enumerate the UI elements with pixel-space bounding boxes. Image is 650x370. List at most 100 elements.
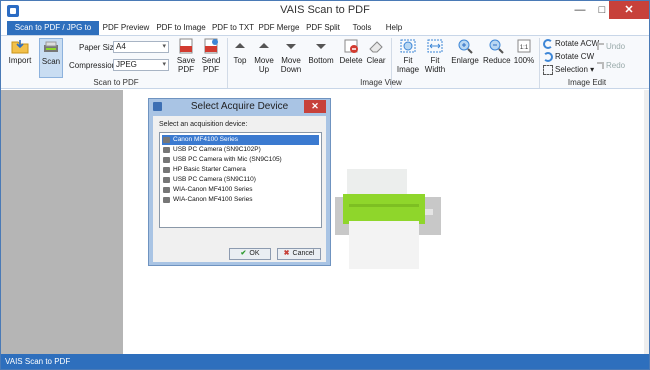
svg-text:1:1: 1:1 bbox=[520, 45, 529, 51]
rotate-acw-label: Rotate ACW bbox=[555, 39, 600, 48]
selection-icon bbox=[543, 64, 553, 75]
title-bar: VAIS Scan to PDF — □ ✕ bbox=[1, 1, 649, 21]
tab-pdf-preview[interactable]: PDF Preview bbox=[101, 21, 151, 35]
ribbon: Import Scan Paper Size A4 Compression JP… bbox=[1, 35, 649, 89]
move-up-button[interactable]: Move Up bbox=[253, 38, 275, 74]
send-pdf-label-1: Send bbox=[201, 56, 221, 65]
folder-icon bbox=[11, 40, 29, 54]
paper-size-select[interactable]: A4 bbox=[113, 41, 169, 53]
list-item[interactable]: USB PC Camera with Mic (SN9C105) bbox=[162, 155, 319, 165]
close-button[interactable]: ✕ bbox=[609, 1, 649, 19]
import-label: Import bbox=[8, 56, 32, 65]
camera-icon bbox=[163, 137, 170, 143]
dialog-title: Select Acquire Device bbox=[190, 101, 289, 112]
undo-button[interactable]: Undo bbox=[597, 41, 625, 53]
bottom-label: Bottom bbox=[308, 56, 334, 65]
scan-button[interactable]: Scan bbox=[39, 38, 63, 78]
tab-pdf-merge[interactable]: PDF Merge bbox=[257, 21, 301, 35]
window-title: VAIS Scan to PDF bbox=[280, 4, 370, 16]
device-name: HP Basic Starter Camera bbox=[173, 166, 246, 173]
ribbon-separator bbox=[227, 38, 228, 88]
rotate-cw-button[interactable]: Rotate CW bbox=[543, 51, 594, 63]
fit-image-button[interactable]: Fit Image bbox=[395, 38, 421, 78]
top-button[interactable]: Top bbox=[231, 38, 249, 74]
arrow-top-icon bbox=[235, 43, 245, 48]
list-item[interactable]: WIA-Canon MF4100 Series bbox=[162, 185, 319, 195]
select-device-dialog: Select Acquire Device ✕ Select an acquis… bbox=[148, 98, 331, 266]
device-name: USB PC Camera with Mic (SN9C105) bbox=[173, 156, 282, 163]
move-down-button[interactable]: Move Down bbox=[279, 38, 303, 74]
check-icon: ✔ bbox=[240, 250, 247, 257]
arrow-down-icon bbox=[286, 44, 296, 49]
group-label-view: Image View bbox=[360, 78, 402, 87]
scanner-icon bbox=[44, 41, 58, 52]
device-name: USB PC Camera (SN9C102P) bbox=[173, 146, 261, 153]
fit-image-label-1: Fit bbox=[403, 56, 413, 65]
delete-icon bbox=[344, 39, 358, 53]
tab-tools[interactable]: Tools bbox=[347, 21, 377, 35]
import-button[interactable]: Import bbox=[5, 38, 35, 76]
list-item[interactable]: HP Basic Starter Camera bbox=[162, 165, 319, 175]
clear-label: Clear bbox=[366, 56, 386, 65]
cancel-button[interactable]: ✖ Cancel bbox=[277, 248, 321, 260]
tab-pdf-to-image[interactable]: PDF to Image bbox=[153, 21, 209, 35]
selection-button[interactable]: Selection ▾ bbox=[543, 64, 594, 76]
fit-width-label-2: Width bbox=[424, 65, 446, 74]
clear-button[interactable]: Clear bbox=[365, 38, 387, 74]
save-pdf-button[interactable]: Save PDF bbox=[175, 38, 197, 78]
enlarge-label: Enlarge bbox=[451, 56, 479, 65]
device-name: WIA-Canon MF4100 Series bbox=[173, 196, 253, 203]
bottom-button[interactable]: Bottom bbox=[307, 38, 335, 74]
arrow-up-icon bbox=[259, 43, 269, 48]
scan-label: Scan bbox=[41, 57, 61, 66]
device-name: WIA-Canon MF4100 Series bbox=[173, 186, 253, 193]
fit-width-button[interactable]: Fit Width bbox=[423, 38, 447, 78]
rotate-acw-button[interactable]: Rotate ACW bbox=[543, 38, 599, 50]
send-pdf-label-2: PDF bbox=[203, 65, 219, 74]
device-list[interactable]: Canon MF4100 Series USB PC Camera (SN9C1… bbox=[159, 132, 322, 228]
tab-scan-to-pdf[interactable]: Scan to PDF / JPG to PDF bbox=[7, 21, 99, 46]
compression-select[interactable]: JPEG bbox=[113, 59, 169, 71]
delete-label: Delete bbox=[339, 56, 363, 65]
list-item[interactable]: Canon MF4100 Series bbox=[162, 135, 319, 145]
zoom-100-button[interactable]: 1:1 100% bbox=[513, 38, 535, 74]
fit-image-label-2: Image bbox=[396, 65, 420, 74]
enlarge-button[interactable]: Enlarge bbox=[451, 38, 479, 74]
group-label-edit: Image Edit bbox=[567, 78, 607, 87]
cancel-label: Cancel bbox=[292, 250, 315, 257]
group-label-scan: Scan to PDF bbox=[93, 78, 139, 87]
tab-help[interactable]: Help bbox=[381, 21, 407, 35]
redo-icon bbox=[597, 62, 604, 70]
vertical-scrollbar[interactable] bbox=[644, 90, 649, 354]
scanner-paper-out bbox=[349, 221, 419, 269]
list-item[interactable]: USB PC Camera (SN9C110) bbox=[162, 175, 319, 185]
move-up-label-1: Move bbox=[254, 56, 274, 65]
fit-width-icon bbox=[427, 39, 443, 53]
list-item[interactable]: USB PC Camera (SN9C102P) bbox=[162, 145, 319, 155]
ok-button[interactable]: ✔ OK bbox=[229, 248, 271, 260]
scanner-paper-top bbox=[347, 169, 407, 194]
delete-button[interactable]: Delete bbox=[339, 38, 363, 74]
rotate-cw-label: Rotate CW bbox=[555, 52, 595, 61]
list-item[interactable]: WIA-Canon MF4100 Series bbox=[162, 195, 319, 205]
reduce-button[interactable]: Reduce bbox=[483, 38, 511, 74]
top-label: Top bbox=[233, 56, 247, 65]
camera-icon bbox=[163, 157, 170, 163]
send-pdf-button[interactable]: Send PDF bbox=[199, 38, 223, 78]
redo-label: Redo bbox=[606, 61, 626, 70]
tab-pdf-split[interactable]: PDF Split bbox=[303, 21, 343, 35]
selection-label: Selection bbox=[555, 65, 588, 74]
undo-label: Undo bbox=[606, 42, 626, 51]
dialog-close-button[interactable]: ✕ bbox=[304, 100, 326, 113]
thumbnail-pane[interactable] bbox=[1, 90, 123, 354]
zoom-actual-icon: 1:1 bbox=[517, 39, 531, 53]
move-down-label-1: Move bbox=[281, 56, 301, 65]
fit-width-label-1: Fit bbox=[430, 56, 440, 65]
scanner-light-line bbox=[349, 204, 419, 207]
zoom-in-icon bbox=[458, 39, 473, 54]
save-pdf-label-1: Save bbox=[176, 56, 196, 65]
move-up-label-2: Up bbox=[258, 65, 270, 74]
tab-pdf-to-txt[interactable]: PDF to TXT bbox=[211, 21, 255, 35]
send-pdf-icon bbox=[204, 38, 218, 54]
redo-button[interactable]: Redo bbox=[597, 60, 625, 72]
